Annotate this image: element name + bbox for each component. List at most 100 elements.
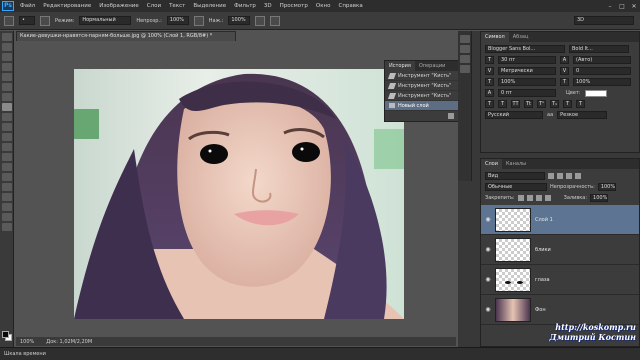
all-caps-button[interactable]: TT xyxy=(511,100,520,108)
kerning-field[interactable]: Метрически xyxy=(498,67,556,75)
pressure-field[interactable]: 100% xyxy=(228,16,251,25)
move-tool-icon[interactable] xyxy=(2,33,12,41)
clone-stamp-tool-icon[interactable] xyxy=(2,113,12,121)
leading-field[interactable]: (Авто) xyxy=(573,56,631,64)
tab-character[interactable]: Символ xyxy=(481,32,509,42)
airbrush-icon[interactable] xyxy=(255,15,266,26)
lock-transparency-icon[interactable] xyxy=(517,195,524,201)
tab-history[interactable]: История xyxy=(385,61,415,71)
eye-icon[interactable]: ◉ xyxy=(481,306,495,313)
tab-actions[interactable]: Операции xyxy=(415,63,449,69)
menu-window[interactable]: Окно xyxy=(312,3,335,9)
foreground-color-swatch[interactable] xyxy=(2,331,9,338)
adjustment-filter-icon[interactable] xyxy=(557,173,563,179)
eye-icon[interactable]: ◉ xyxy=(481,246,495,253)
mode-select[interactable]: Нормальный xyxy=(79,16,132,25)
eye-icon[interactable]: ◉ xyxy=(481,216,495,223)
menu-filter[interactable]: Фильтр xyxy=(230,3,260,9)
layer-name[interactable]: блики xyxy=(535,247,551,253)
opacity-field[interactable]: 100% xyxy=(166,16,189,25)
antialias-select[interactable]: Резкое xyxy=(557,111,608,119)
shape-filter-icon[interactable] xyxy=(575,173,581,179)
layer-row[interactable]: ◉ блики xyxy=(481,235,639,265)
minimize-button[interactable]: – xyxy=(604,3,616,10)
superscript-button[interactable]: T¹ xyxy=(537,100,546,108)
timeline-label[interactable]: Шкала времени xyxy=(4,351,46,357)
menu-image[interactable]: Изображение xyxy=(95,3,143,9)
color-swatches[interactable] xyxy=(2,331,12,341)
fill-field[interactable]: 100% xyxy=(590,194,609,202)
shape-tool-icon[interactable] xyxy=(2,203,12,211)
gradient-tool-icon[interactable] xyxy=(2,143,12,151)
new-document-from-state-icon[interactable] xyxy=(448,113,454,119)
tab-channels[interactable]: Каналы xyxy=(502,161,530,167)
baseline-shift-field[interactable]: 0 пт xyxy=(498,89,556,97)
blend-mode-select[interactable]: Обычные xyxy=(485,183,547,191)
font-family-select[interactable]: Blogger Sans Bol... xyxy=(485,45,565,53)
dodge-tool-icon[interactable] xyxy=(2,163,12,171)
eyedropper-tool-icon[interactable] xyxy=(2,83,12,91)
layer-row[interactable]: ◉ глаза xyxy=(481,265,639,295)
path-select-tool-icon[interactable] xyxy=(2,193,12,201)
menu-file[interactable]: Файл xyxy=(16,3,39,9)
workspace-select[interactable]: 3D xyxy=(574,16,634,25)
marquee-tool-icon[interactable] xyxy=(2,43,12,51)
zoom-tool-icon[interactable] xyxy=(2,223,12,231)
pressure-size-icon[interactable] xyxy=(270,15,281,26)
blur-tool-icon[interactable] xyxy=(2,153,12,161)
font-style-select[interactable]: Bold It... xyxy=(569,45,629,53)
layer-opacity-field[interactable]: 100% xyxy=(597,183,616,191)
type-filter-icon[interactable] xyxy=(566,173,572,179)
type-tool-icon[interactable] xyxy=(2,183,12,191)
language-select[interactable]: Русский xyxy=(485,111,543,119)
layer-filter-select[interactable]: Вид xyxy=(485,172,545,180)
zoom-level[interactable]: 100% xyxy=(20,339,34,345)
horizontal-scale-field[interactable]: 100% xyxy=(573,78,631,86)
underline-button[interactable]: T xyxy=(563,100,572,108)
vertical-scale-field[interactable]: 100% xyxy=(498,78,556,86)
hand-tool-icon[interactable] xyxy=(2,213,12,221)
actions-panel-icon[interactable] xyxy=(460,45,470,53)
brush-tool-icon[interactable] xyxy=(2,103,12,111)
menu-edit[interactable]: Редактирование xyxy=(39,3,95,9)
pen-tool-icon[interactable] xyxy=(2,173,12,181)
faux-italic-button[interactable]: T xyxy=(498,100,507,108)
eye-icon[interactable]: ◉ xyxy=(481,276,495,283)
paragraph-panel-icon[interactable] xyxy=(460,65,470,73)
lock-pixels-icon[interactable] xyxy=(526,195,533,201)
layer-name[interactable]: глаза xyxy=(535,277,550,283)
pixel-filter-icon[interactable] xyxy=(548,173,554,179)
maximize-button[interactable]: □ xyxy=(616,3,628,10)
tab-layers[interactable]: Слои xyxy=(481,159,502,169)
history-panel-icon[interactable] xyxy=(460,35,470,43)
font-size-field[interactable]: 30 пт xyxy=(498,56,556,64)
menu-select[interactable]: Выделение xyxy=(189,3,230,9)
brush-size-picker[interactable]: • xyxy=(19,16,35,25)
eraser-tool-icon[interactable] xyxy=(2,133,12,141)
small-caps-button[interactable]: Tt xyxy=(524,100,533,108)
layer-row[interactable]: ◉ Фон xyxy=(481,295,639,325)
strikethrough-button[interactable]: T xyxy=(576,100,585,108)
tab-paragraph[interactable]: Абзац xyxy=(509,34,533,40)
pressure-opacity-icon[interactable] xyxy=(193,15,204,26)
layer-row[interactable]: ◉ Слой 1 xyxy=(481,205,639,235)
document-image[interactable] xyxy=(74,69,404,319)
faux-bold-button[interactable]: T xyxy=(485,100,494,108)
layer-name[interactable]: Фон xyxy=(535,307,546,313)
healing-tool-icon[interactable] xyxy=(2,93,12,101)
lock-position-icon[interactable] xyxy=(535,195,542,201)
menu-3d[interactable]: 3D xyxy=(260,3,276,9)
document-tab[interactable]: Какие-девушки-нравятся-парням-больше.jpg… xyxy=(16,31,236,41)
quick-select-tool-icon[interactable] xyxy=(2,63,12,71)
menu-help[interactable]: Справка xyxy=(334,3,366,9)
menu-layers[interactable]: Слои xyxy=(143,3,165,9)
timeline-bar[interactable]: Шкала времени xyxy=(0,347,640,360)
character-panel-icon[interactable] xyxy=(460,55,470,63)
lock-all-icon[interactable] xyxy=(544,195,551,201)
menu-type[interactable]: Текст xyxy=(165,3,189,9)
brush-tool-preset-icon[interactable] xyxy=(4,15,14,26)
close-button[interactable]: ✕ xyxy=(628,3,640,10)
history-brush-tool-icon[interactable] xyxy=(2,123,12,131)
menu-view[interactable]: Просмотр xyxy=(276,3,312,9)
text-color-swatch[interactable] xyxy=(584,89,607,97)
